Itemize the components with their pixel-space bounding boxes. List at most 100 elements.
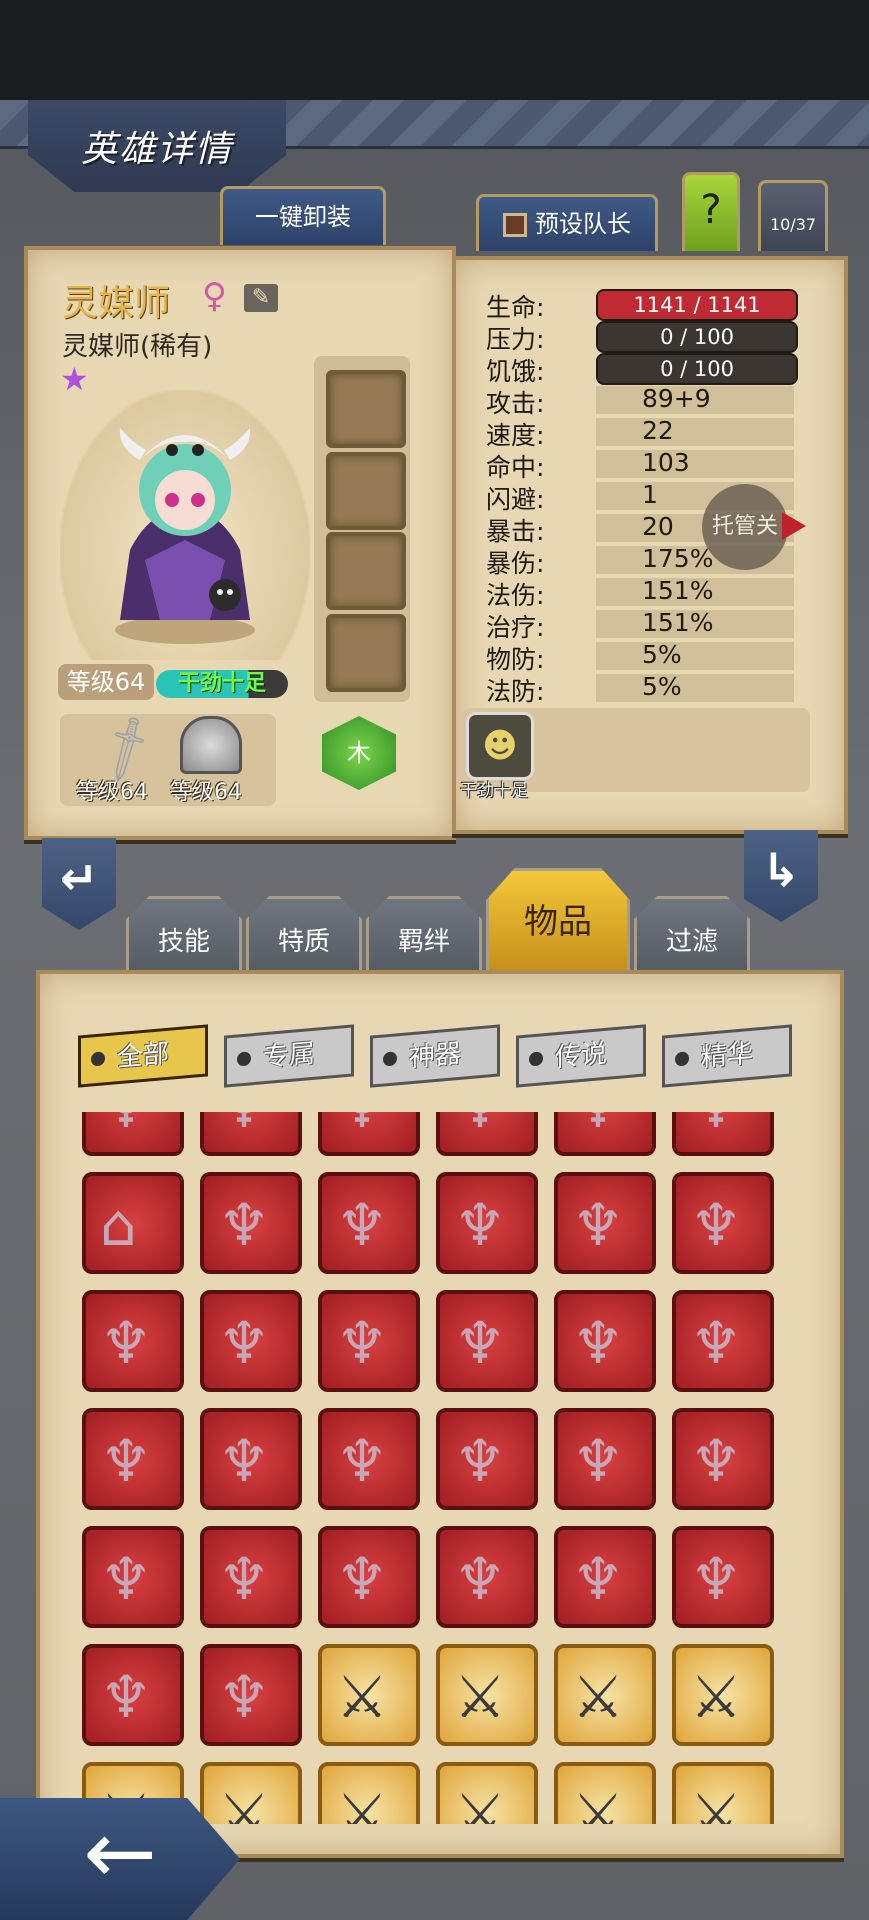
- checkbox-icon[interactable]: [503, 213, 527, 237]
- goblet-icon: ♆: [690, 1427, 742, 1495]
- expand-arrow-icon[interactable]: [782, 512, 806, 540]
- inventory-item-goblet[interactable]: ♆: [554, 1112, 656, 1156]
- goblet-icon: ♆: [218, 1663, 270, 1731]
- inventory-item-cloak[interactable]: ⌂: [82, 1172, 184, 1274]
- stat-value: 175%: [642, 544, 714, 573]
- blade-icon: ⚔: [690, 1663, 742, 1731]
- inventory-item-goblet[interactable]: ♆: [200, 1290, 302, 1392]
- stat-value: 89+9: [642, 384, 711, 413]
- inventory-item-goblet[interactable]: ♆: [436, 1290, 538, 1392]
- inventory-item-goblet[interactable]: ♆: [436, 1112, 538, 1156]
- inventory-item-blade[interactable]: ⚔: [318, 1762, 420, 1824]
- page-counter-tab: 10/37: [758, 180, 828, 251]
- inventory-item-blade[interactable]: ⚔: [436, 1644, 538, 1746]
- inventory-item-goblet[interactable]: ♆: [672, 1112, 774, 1156]
- tab-bonds[interactable]: 羁绊: [366, 896, 482, 973]
- unequip-all-label: 一键卸装: [255, 203, 351, 231]
- inventory-item-goblet[interactable]: ♆: [672, 1290, 774, 1392]
- tab-filter[interactable]: 过滤: [634, 896, 750, 973]
- helmet-icon[interactable]: [180, 716, 242, 774]
- inventory-item-goblet[interactable]: ♆: [82, 1526, 184, 1628]
- hero-sprite: [115, 428, 255, 644]
- inventory-item-blade[interactable]: ⚔: [554, 1762, 656, 1824]
- tab-items[interactable]: 物品: [486, 868, 630, 975]
- hero-portrait: [60, 390, 310, 660]
- inventory-item-goblet[interactable]: ♆: [672, 1526, 774, 1628]
- inventory-item-goblet[interactable]: ♆: [200, 1112, 302, 1156]
- inventory-item-goblet[interactable]: ♆: [318, 1112, 420, 1156]
- inventory-item-goblet[interactable]: ♆: [82, 1290, 184, 1392]
- radio-dot-icon: [383, 1051, 397, 1067]
- inventory-item-goblet[interactable]: ♆: [200, 1526, 302, 1628]
- edit-name-button[interactable]: ✎: [244, 284, 278, 312]
- radio-dot-icon: [91, 1051, 105, 1067]
- weapon-level: 等级64: [76, 780, 148, 805]
- goblet-icon: ♆: [100, 1309, 152, 1377]
- inventory-item-goblet[interactable]: ♆: [200, 1408, 302, 1510]
- goblet-icon: ♆: [336, 1112, 388, 1142]
- hunger-bar: 0 / 100: [596, 353, 798, 385]
- goblet-icon: ♆: [218, 1112, 270, 1142]
- mood-status: 干劲十足: [156, 670, 288, 698]
- inventory-item-goblet[interactable]: ♆: [672, 1172, 774, 1274]
- inventory-item-goblet[interactable]: ♆: [82, 1644, 184, 1746]
- goblet-icon: ♆: [454, 1112, 506, 1142]
- return-right-icon: ↳: [761, 843, 801, 897]
- inventory-item-goblet[interactable]: ♆: [554, 1408, 656, 1510]
- goblet-icon: ♆: [100, 1427, 152, 1495]
- inventory-item-goblet[interactable]: ♆: [200, 1172, 302, 1274]
- goblet-icon: ♆: [572, 1545, 624, 1613]
- inventory-item-blade[interactable]: ⚔: [672, 1644, 774, 1746]
- inventory-item-goblet[interactable]: ♆: [436, 1526, 538, 1628]
- filter-label: 全部: [116, 1038, 169, 1074]
- page-title: 英雄详情: [80, 129, 233, 170]
- inventory-item-blade[interactable]: ⚔: [318, 1644, 420, 1746]
- preset-captain-button[interactable]: 预设队长: [476, 194, 658, 251]
- inventory-item-blade[interactable]: ⚔: [200, 1762, 302, 1824]
- inventory-item-blade[interactable]: ⚔: [436, 1762, 538, 1824]
- stat-row: 物防: 5%: [486, 640, 796, 674]
- inventory-item-goblet[interactable]: ♆: [318, 1290, 420, 1392]
- inventory-item-blade[interactable]: ⚔: [554, 1644, 656, 1746]
- stat-value: 151%: [642, 576, 714, 605]
- stress-bar: 0 / 100: [596, 321, 798, 353]
- inventory-item-goblet[interactable]: ♆: [82, 1408, 184, 1510]
- inventory-item-goblet[interactable]: ♆: [554, 1526, 656, 1628]
- unequip-all-button[interactable]: 一键卸装: [220, 186, 386, 245]
- tab-traits[interactable]: 特质: [246, 896, 362, 973]
- auto-manage-toggle[interactable]: 托管关: [702, 484, 788, 570]
- inventory-item-goblet[interactable]: ♆: [318, 1526, 420, 1628]
- inventory-item-blade[interactable]: ⚔: [672, 1762, 774, 1824]
- stat-label: 闪避:: [486, 485, 545, 514]
- goblet-icon: ♆: [218, 1427, 270, 1495]
- goblet-icon: ♆: [336, 1309, 388, 1377]
- row-shade: [596, 418, 794, 446]
- smile-bulb-icon[interactable]: ☻: [466, 712, 534, 780]
- filter-label: 精华: [700, 1038, 753, 1074]
- inventory-item-goblet[interactable]: ♆: [436, 1172, 538, 1274]
- slot-column: [314, 356, 410, 702]
- inventory-item-goblet[interactable]: ♆: [672, 1408, 774, 1510]
- stat-row: 命中: 103: [486, 448, 796, 482]
- stat-label: 暴伤:: [486, 549, 545, 578]
- stat-label: 命中:: [486, 453, 545, 482]
- tab-skills[interactable]: 技能: [126, 896, 242, 973]
- blade-icon: ⚔: [690, 1781, 742, 1824]
- goblet-icon: ♆: [100, 1545, 152, 1613]
- stat-value: 151%: [642, 608, 714, 637]
- inventory-item-goblet[interactable]: ♆: [82, 1112, 184, 1156]
- radio-dot-icon: [529, 1051, 543, 1067]
- filter-label: 专属: [262, 1038, 315, 1074]
- inventory-item-goblet[interactable]: ♆: [554, 1172, 656, 1274]
- cloak-icon: ⌂: [100, 1191, 137, 1259]
- stat-label: 饥饿:: [486, 357, 545, 386]
- preset-captain-label: 预设队长: [535, 210, 631, 238]
- inventory-item-goblet[interactable]: ♆: [554, 1290, 656, 1392]
- inventory-item-goblet[interactable]: ♆: [200, 1644, 302, 1746]
- page-title-plate: 英雄详情: [28, 100, 286, 192]
- inventory-item-goblet[interactable]: ♆: [436, 1408, 538, 1510]
- inventory-item-goblet[interactable]: ♆: [318, 1172, 420, 1274]
- inventory-item-goblet[interactable]: ♆: [318, 1408, 420, 1510]
- help-button[interactable]: ?: [682, 172, 740, 251]
- tab-label: 技能: [157, 927, 210, 957]
